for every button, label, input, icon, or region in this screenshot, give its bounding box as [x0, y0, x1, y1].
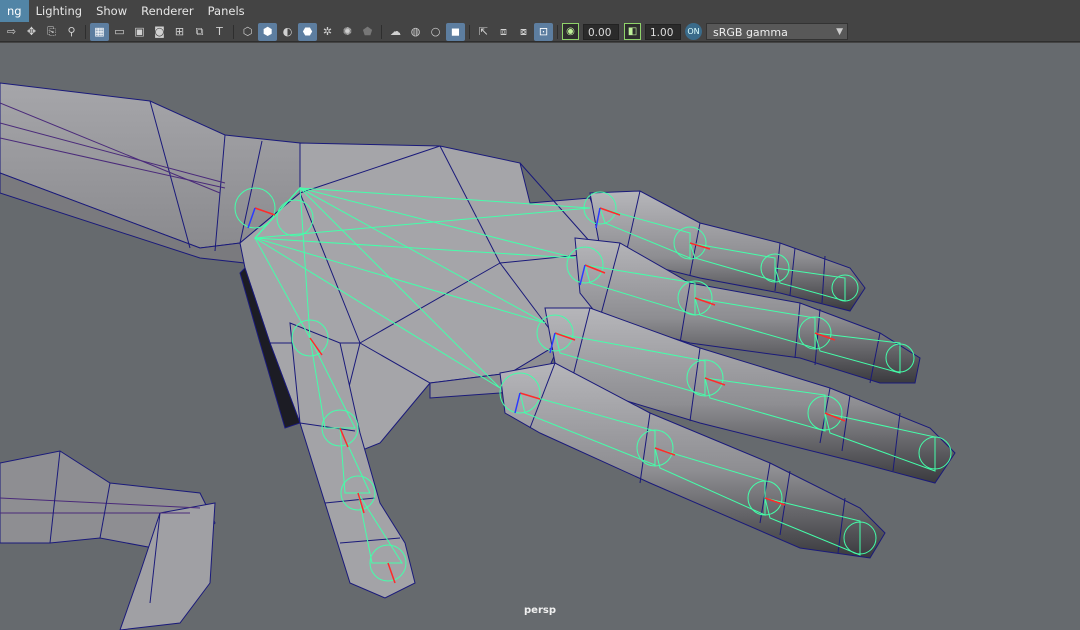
color-management-icon[interactable]: ON — [685, 23, 702, 40]
anti-aliasing-icon[interactable]: ○ — [426, 23, 445, 41]
exposure-field[interactable]: 0.00 — [583, 23, 619, 40]
menu-show[interactable]: Show — [89, 0, 134, 22]
xray-components-icon[interactable]: ⊡ — [534, 22, 553, 41]
color-space-select[interactable]: sRGB gamma ▼ — [706, 23, 848, 40]
toolbar-divider — [557, 24, 558, 39]
image-plane-icon[interactable]: ⚲ — [62, 23, 81, 41]
gamma-field[interactable]: 1.00 — [645, 23, 681, 40]
menu-panels[interactable]: Panels — [201, 0, 252, 22]
bookmarks-icon[interactable]: ⎘ — [42, 23, 61, 41]
toolbar-divider — [469, 24, 470, 39]
film-gate-icon[interactable]: ▭ — [110, 23, 129, 41]
wireframe-icon[interactable]: ⬡ — [238, 23, 257, 41]
camera-name-label: persp — [524, 605, 556, 616]
depth-of-field-icon[interactable]: ◼ — [446, 22, 465, 41]
toolbar-divider — [381, 24, 382, 39]
grid-icon[interactable]: ▦ — [90, 22, 109, 41]
color-space-label: sRGB gamma — [713, 26, 788, 39]
resolution-gate-icon[interactable]: ▣ — [130, 23, 149, 41]
persp-viewport[interactable]: persp — [0, 43, 1080, 630]
toolbar-divider — [233, 24, 234, 39]
exposure-icon[interactable]: ◉ — [562, 23, 579, 40]
xray-joints-icon[interactable]: ⧇ — [514, 23, 533, 41]
smooth-shade-icon[interactable]: ⬢ — [258, 22, 277, 41]
gamma-icon[interactable]: ◧ — [624, 23, 641, 40]
isolate-select-icon[interactable]: ⇱ — [474, 23, 493, 41]
motion-blur-icon[interactable]: ◍ — [406, 23, 425, 41]
select-camera-icon[interactable]: ⇨ — [2, 23, 21, 41]
textured-icon[interactable]: ✲ — [318, 23, 337, 41]
panel-toolbar: ⇨ ✥ ⎘ ⚲ ▦ ▭ ▣ ◙ ⊞ ⧉ T ⬡ ⬢ ◐ ⬣ ✲ ✺ ⬟ ☁ ◍ … — [0, 22, 1080, 42]
wireframe-on-shaded-icon[interactable]: ⬣ — [298, 22, 317, 41]
shadows-icon[interactable]: ⬟ — [358, 23, 377, 41]
ambient-occlusion-icon[interactable]: ☁ — [386, 23, 405, 41]
default-material-icon[interactable]: ◐ — [278, 23, 297, 41]
menu-renderer[interactable]: Renderer — [134, 0, 201, 22]
gate-mask-icon[interactable]: ◙ — [150, 23, 169, 41]
camera-attributes-icon[interactable]: ✥ — [22, 23, 41, 41]
toolbar-divider — [85, 24, 86, 39]
menu-lighting[interactable]: Lighting — [29, 0, 89, 22]
lights-icon[interactable]: ✺ — [338, 23, 357, 41]
safe-action-icon[interactable]: ⧉ — [190, 23, 209, 41]
field-chart-icon[interactable]: ⊞ — [170, 23, 189, 41]
xray-icon[interactable]: ⧈ — [494, 23, 513, 41]
chevron-down-icon: ▼ — [836, 27, 843, 37]
panel-menubar: ng Lighting Show Renderer Panels — [0, 0, 1080, 22]
safe-title-icon[interactable]: T — [210, 23, 229, 41]
menu-shading[interactable]: ng — [0, 0, 29, 22]
hand-rig-scene — [0, 82, 956, 630]
second-hand-mesh — [0, 450, 216, 630]
